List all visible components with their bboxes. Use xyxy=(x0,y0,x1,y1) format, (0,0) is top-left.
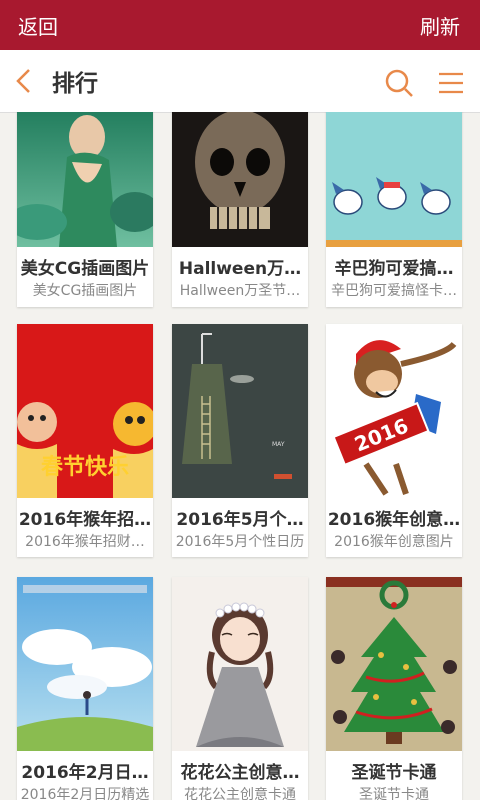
card-subtitle: 辛巴狗可爱搞怪卡… xyxy=(331,283,457,299)
card-thumbnail xyxy=(326,577,462,751)
card-title: Hallween万… xyxy=(178,259,302,279)
card-thumbnail: 春节快乐 xyxy=(17,324,153,498)
card-title: 2016猴年创意… xyxy=(327,510,461,530)
card-thumbnail xyxy=(326,112,462,247)
card-subtitle: 美女CG插画图片 xyxy=(32,283,138,299)
card-title: 花花公主创意… xyxy=(180,763,300,783)
card-christmas[interactable]: 圣诞节卡通 圣诞节卡通 xyxy=(326,577,462,800)
card-title: 圣诞节卡通 xyxy=(351,763,437,783)
card-title: 美女CG插画图片 xyxy=(20,259,150,279)
chunjie-text: 春节快乐 xyxy=(41,454,129,480)
card-title: 2016年猴年招… xyxy=(18,510,152,530)
ranking-grid: 美女CG插画图片 美女CG插画图片 Hallween万… Hallween万圣节… xyxy=(0,112,480,800)
calendar-month-text: MAY xyxy=(272,441,285,448)
nav-bar: 排行 xyxy=(0,50,480,113)
card-thumbnail xyxy=(17,577,153,751)
card-feb-calendar[interactable]: 2016年2月日… 2016年2月日历精选 xyxy=(17,577,153,800)
card-may-calendar[interactable]: MAY 2016年5月个… 2016年5月个性日历 xyxy=(172,324,308,557)
card-monkey-2016[interactable]: 2016 2016猴年创意… 2016猴年创意图片 xyxy=(326,324,462,557)
chevron-left-icon[interactable] xyxy=(12,66,36,96)
card-title: 2016年2月日… xyxy=(21,763,149,783)
card-subtitle: 花花公主创意卡通 xyxy=(184,787,296,800)
card-flower-princess[interactable]: 花花公主创意… 花花公主创意卡通 xyxy=(172,577,308,800)
card-thumbnail xyxy=(172,112,308,247)
card-halloween[interactable]: Hallween万… Hallween万圣节… xyxy=(172,112,308,307)
top-bar: 返回 刷新 xyxy=(0,0,480,50)
card-title: 2016年5月个… xyxy=(176,510,304,530)
card-thumbnail: 2016 xyxy=(326,324,462,498)
card-thumbnail xyxy=(17,112,153,247)
card-subtitle: 2016年猴年招财… xyxy=(25,534,145,550)
card-subtitle: 圣诞节卡通 xyxy=(359,787,429,800)
menu-icon[interactable] xyxy=(438,70,464,96)
page-title: 排行 xyxy=(52,71,98,97)
card-thumbnail: MAY xyxy=(172,324,308,498)
back-button[interactable]: 返回 xyxy=(18,11,58,40)
card-title: 辛巴狗可爱搞… xyxy=(334,259,454,279)
refresh-button[interactable]: 刷新 xyxy=(420,11,460,40)
card-subtitle: 2016年5月个性日历 xyxy=(175,534,305,550)
card-subtitle: Hallween万圣节… xyxy=(179,283,301,299)
card-subtitle: 2016猴年创意图片 xyxy=(334,534,454,550)
search-icon[interactable] xyxy=(384,68,414,98)
card-subtitle: 2016年2月日历精选 xyxy=(20,787,150,800)
card-simba-dog[interactable]: 辛巴狗可爱搞… 辛巴狗可爱搞怪卡… xyxy=(326,112,462,307)
card-beauty-cg[interactable]: 美女CG插画图片 美女CG插画图片 xyxy=(17,112,153,307)
card-monkey-fortune[interactable]: 春节快乐 2016年猴年招… 2016年猴年招财… xyxy=(17,324,153,557)
card-thumbnail xyxy=(172,577,308,751)
